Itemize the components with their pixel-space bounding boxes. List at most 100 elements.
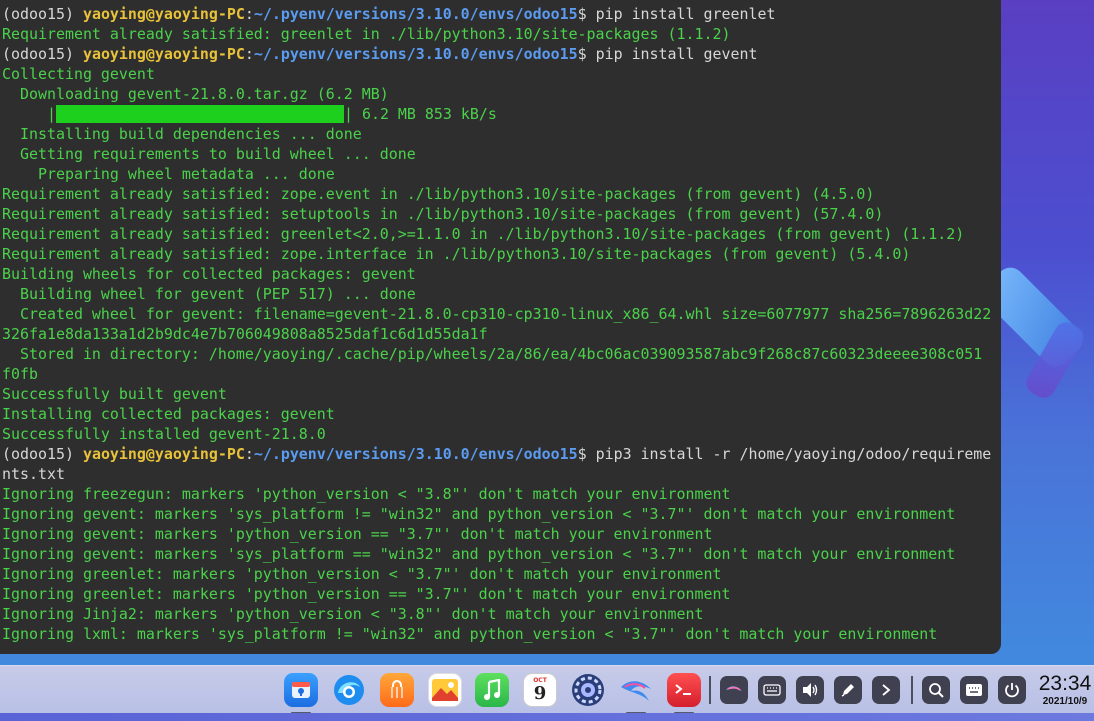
terminal-output-line: Ignoring gevent: markers 'python_version…	[2, 524, 1001, 544]
download-progress-bar	[55, 105, 344, 123]
output-text: Successfully installed gevent-21.8.0	[2, 425, 326, 443]
terminal-output-line: f0fb	[2, 364, 1001, 384]
image-viewer-icon	[428, 673, 462, 707]
dragon-tray-button[interactable]	[720, 676, 748, 704]
output-text: Requirement already satisfied: zope.even…	[2, 185, 875, 203]
music-icon	[475, 673, 509, 707]
shopping-bag-icon	[380, 673, 414, 707]
output-text: Downloading gevent-21.8.0.tar.gz (6.2 MB…	[2, 85, 389, 103]
pen-icon	[841, 684, 854, 697]
taskbar-separator	[709, 676, 711, 704]
shopping-button[interactable]	[379, 672, 415, 708]
dragon-icon	[619, 673, 653, 707]
dragon-app-button[interactable]	[618, 672, 654, 714]
prompt-env: (odoo15)	[2, 45, 83, 63]
output-text: Installing collected packages: gevent	[2, 405, 335, 423]
output-text: Ignoring gevent: markers 'sys_platform !…	[2, 505, 956, 523]
terminal-output-line: Ignoring gevent: markers 'sys_platform =…	[2, 544, 1001, 564]
output-text: 326fa1e8da133a1d2b9dc4e7b706049808a8525d…	[2, 325, 488, 343]
prompt-env: (odoo15)	[2, 5, 83, 23]
terminal-output-line: Created wheel for gevent: filename=geven…	[2, 304, 1001, 324]
settings-icon	[571, 673, 605, 707]
clock-time[interactable]: 23:34	[1038, 672, 1092, 696]
terminal-output-line: Installing build dependencies ... done	[2, 124, 1001, 144]
output-text: Ignoring greenlet: markers 'python_versi…	[2, 585, 731, 603]
music-button[interactable]	[474, 672, 510, 708]
output-text: Ignoring Jinja2: markers 'python_version…	[2, 605, 704, 623]
search-icon	[929, 683, 944, 698]
app-store-button[interactable]	[283, 672, 319, 714]
prompt-path: ~/.pyenv/versions/3.10.0/envs/odoo15	[253, 445, 578, 463]
taskbar: OCT 9 23:34 2021/10/9	[0, 665, 1094, 714]
terminal-output-line: Downloading gevent-21.8.0.tar.gz (6.2 MB…	[2, 84, 1001, 104]
prompt-command: $ pip install gevent	[577, 45, 758, 63]
dragon-tray-icon	[726, 686, 742, 691]
terminal-prompt-line: (odoo15) yaoying@yaoying-PC:~/.pyenv/ver…	[2, 444, 1001, 464]
prompt-path: ~/.pyenv/versions/3.10.0/envs/odoo15	[253, 5, 578, 23]
output-text: Ignoring lxml: markers 'sys_platform != …	[2, 625, 938, 643]
prompt-colon: :	[244, 5, 254, 23]
terminal-output-line: Requirement already satisfied: zope.even…	[2, 184, 1001, 204]
terminal-output-line: Ignoring lxml: markers 'sys_platform != …	[2, 624, 1001, 644]
onscreen-keyboard-button[interactable]	[960, 676, 988, 704]
terminal-app-button[interactable]	[666, 672, 702, 714]
prompt-user: yaoying@yaoying-PC	[82, 45, 245, 63]
progress-prefix: |	[2, 105, 56, 123]
calendar-icon: OCT 9	[523, 673, 557, 707]
calendar-button[interactable]: OCT 9	[522, 672, 558, 708]
browser-icon	[332, 673, 366, 707]
terminal-output-line: Successfully built gevent	[2, 384, 1001, 404]
taskbar-separator	[911, 676, 913, 704]
output-text: Building wheel for gevent (PEP 517) ... …	[2, 285, 416, 303]
terminal-output-line: Requirement already satisfied: zope.inte…	[2, 244, 1001, 264]
volume-button[interactable]	[796, 676, 824, 704]
terminal-output-line: Requirement already satisfied: greenlet<…	[2, 224, 1001, 244]
terminal-output-line: Successfully installed gevent-21.8.0	[2, 424, 1001, 444]
power-button[interactable]	[998, 676, 1026, 704]
settings-button[interactable]	[570, 672, 606, 708]
terminal-output-line: 326fa1e8da133a1d2b9dc4e7b706049808a8525d…	[2, 324, 1001, 344]
output-text: Requirement already satisfied: setuptool…	[2, 205, 884, 223]
output-text: Installing build dependencies ... done	[2, 125, 362, 143]
prompt-command: $ pip install greenlet	[577, 5, 776, 23]
pen-button[interactable]	[834, 676, 862, 704]
terminal-output-line: nts.txt	[2, 464, 1001, 484]
calendar-day: 9	[533, 682, 547, 704]
terminal-output-line: Ignoring greenlet: markers 'python_versi…	[2, 584, 1001, 604]
output-text: Collecting gevent	[2, 65, 155, 83]
output-text: Requirement already satisfied: zope.inte…	[2, 245, 911, 263]
output-text: Ignoring gevent: markers 'python_version…	[2, 525, 713, 543]
terminal-prompt-line: (odoo15) yaoying@yaoying-PC:~/.pyenv/ver…	[2, 4, 1001, 24]
prompt-env: (odoo15)	[2, 445, 83, 463]
output-text: Getting requirements to build wheel ... …	[2, 145, 416, 163]
prompt-command: $ pip3 install -r /home/yaoying/odoo/req…	[577, 445, 992, 463]
output-text: Ignoring greenlet: markers 'python_versi…	[2, 565, 722, 583]
app-store-icon	[284, 673, 318, 707]
output-text: Stored in directory: /home/yaoying/.cach…	[2, 345, 983, 363]
prompt-colon: :	[244, 445, 254, 463]
terminal-output-line: Collecting gevent	[2, 64, 1001, 84]
terminal-icon	[667, 673, 701, 707]
chevron-right-icon	[882, 684, 891, 696]
terminal-output-line: | | 6.2 MB 853 kB/s	[2, 104, 1001, 124]
command-continuation: nts.txt	[2, 465, 65, 483]
image-viewer-button[interactable]	[427, 672, 463, 708]
browser-button[interactable]	[331, 672, 367, 708]
expand-tray-button[interactable]	[872, 676, 900, 704]
prompt-colon: :	[244, 45, 254, 63]
terminal-output-line: Requirement already satisfied: setuptool…	[2, 204, 1001, 224]
output-text: Ignoring gevent: markers 'sys_platform =…	[2, 545, 956, 563]
terminal-output-line: Ignoring gevent: markers 'sys_platform !…	[2, 504, 1001, 524]
keyboard-button[interactable]	[758, 676, 786, 704]
output-text: Building wheels for collected packages: …	[2, 265, 416, 283]
output-text: f0fb	[2, 365, 38, 383]
output-text: Requirement already satisfied: greenlet …	[2, 25, 731, 43]
search-button[interactable]	[922, 676, 950, 704]
terminal-output-line: Preparing wheel metadata ... done	[2, 164, 1001, 184]
prompt-user: yaoying@yaoying-PC	[82, 445, 245, 463]
progress-suffix: | 6.2 MB 853 kB/s	[343, 105, 497, 123]
volume-icon	[803, 683, 818, 697]
terminal-window[interactable]: (odoo15) yaoying@yaoying-PC:~/.pyenv/ver…	[0, 0, 1001, 654]
output-text: Requirement already satisfied: greenlet<…	[2, 225, 965, 243]
clock-date: 2021/10/9	[1042, 696, 1088, 707]
